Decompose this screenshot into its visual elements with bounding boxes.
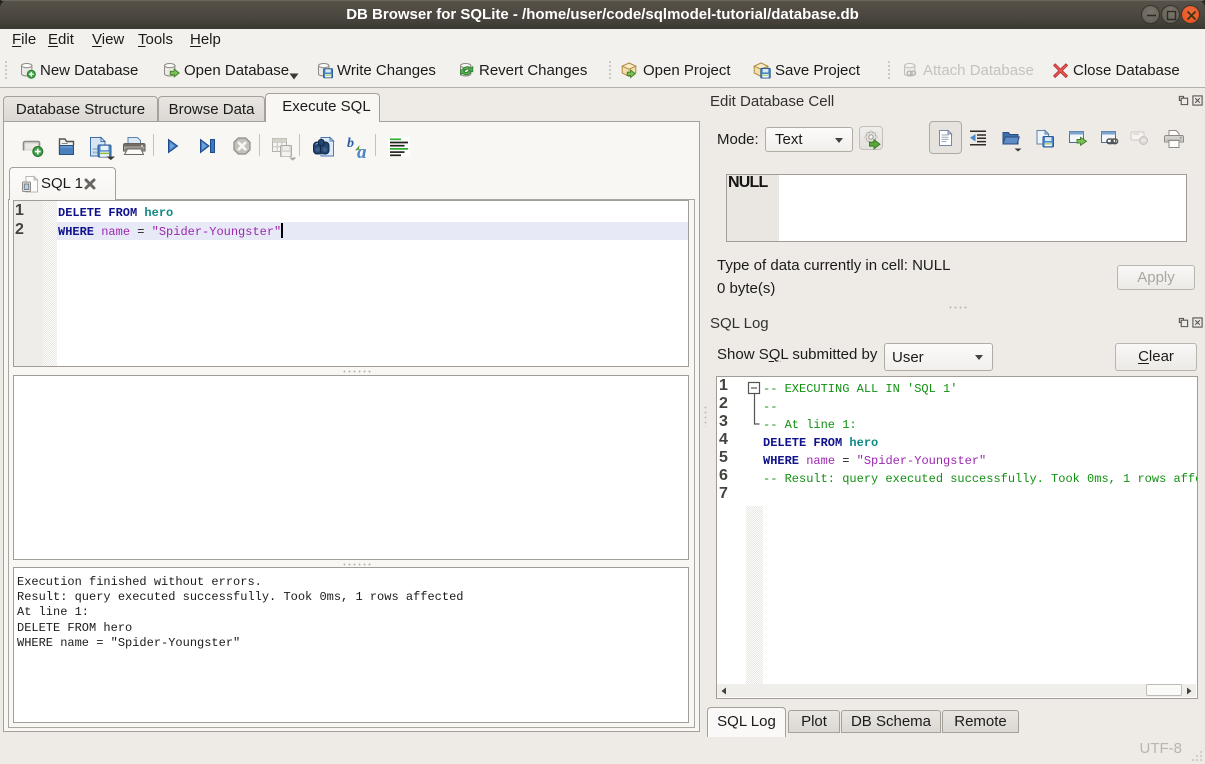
svg-text:a: a	[357, 142, 367, 162]
svg-text:b: b	[347, 136, 354, 151]
